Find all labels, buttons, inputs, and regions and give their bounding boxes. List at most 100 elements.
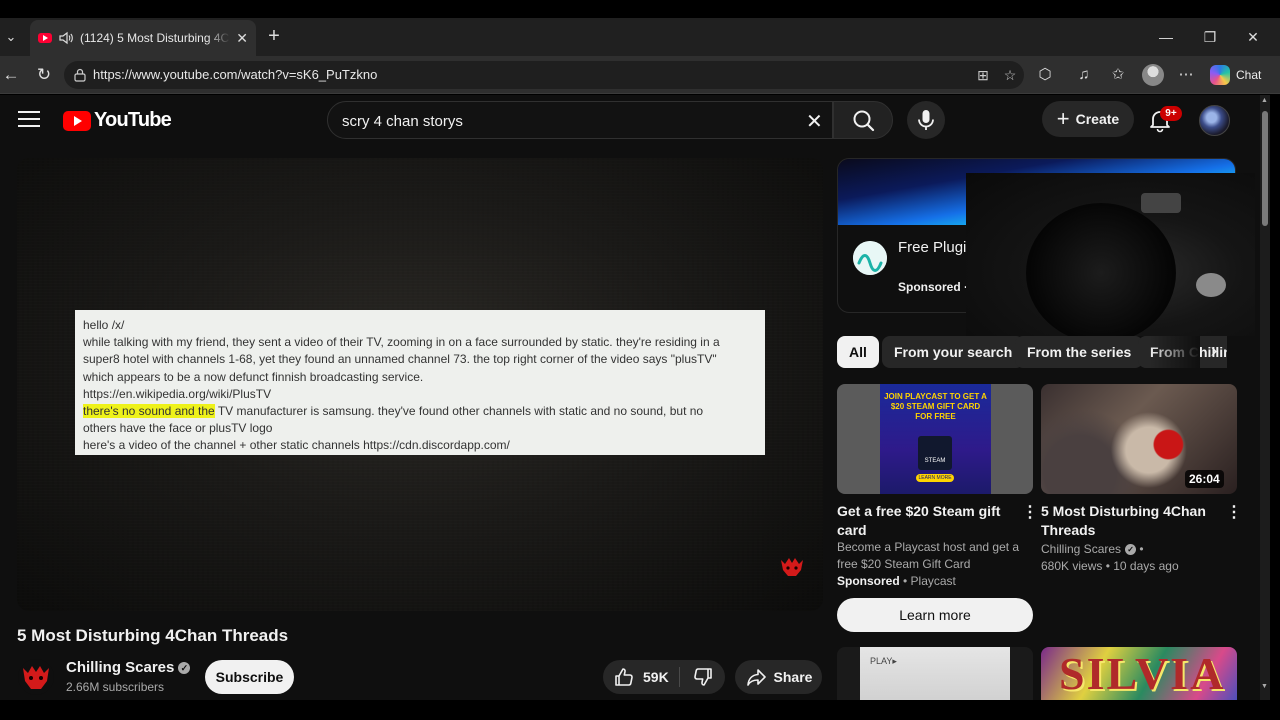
post-link-line: https://en.wikipedia.org/wiki/PlusTV	[83, 386, 272, 401]
like-dislike-group: 59K	[603, 660, 725, 694]
tab-list-chevron-icon[interactable]: ⌄	[0, 26, 22, 48]
next-video-thumbnail[interactable]: PLAY▸	[837, 647, 1033, 700]
youtube-favicon-icon	[38, 33, 52, 43]
ad-thumbnail-button: LEARN MORE	[916, 474, 954, 482]
thumbs-down-icon	[694, 668, 712, 686]
copilot-chat-button[interactable]: Chat	[1206, 62, 1269, 88]
thumbs-up-icon	[615, 668, 633, 686]
copilot-icon	[1210, 65, 1230, 85]
refresh-icon[interactable]: ↻	[33, 64, 55, 86]
chat-label: Chat	[1236, 68, 1262, 82]
close-window-icon[interactable]: ✕	[1241, 26, 1265, 48]
share-button[interactable]: Share	[735, 660, 822, 694]
voice-search-button[interactable]	[907, 101, 945, 139]
duration-badge: 26:04	[1185, 470, 1224, 488]
chip-all[interactable]: All	[837, 336, 879, 368]
minimize-icon[interactable]: —	[1154, 26, 1178, 48]
youtube-play-logo-icon	[63, 110, 91, 131]
next-video-thumbnail[interactable]: SILVIA	[1041, 647, 1237, 700]
search-box[interactable]: ✕	[327, 101, 833, 139]
video-player[interactable]: hello /x/ while talking with my friend, …	[17, 158, 823, 611]
webcam-silhouette	[1026, 203, 1176, 336]
subscribe-button[interactable]: Subscribe	[205, 660, 294, 694]
ad-card-title[interactable]: Get a free $20 Steam gift card	[837, 502, 1007, 540]
verified-check-icon: ✓	[178, 662, 191, 674]
guide-menu-icon[interactable]	[18, 111, 40, 129]
address-toolbar: ← ↻ https://www.youtube.com/watch?v=sK6_…	[0, 56, 1280, 94]
media-control-icon[interactable]: ♫	[1073, 64, 1095, 86]
search-input[interactable]	[342, 110, 782, 132]
post-line: while talking with my friend, they sent …	[83, 335, 720, 350]
ad-thumbnail[interactable]: JOIN PLAYCAST TO GET A $20 STEAM GIFT CA…	[837, 384, 1033, 494]
post-line-rest: TV manufacturer is samsung. they've foun…	[214, 404, 704, 419]
chip-from-your-search[interactable]: From your search	[882, 336, 1025, 368]
rec-more-options-icon[interactable]: ⋮	[1226, 504, 1242, 522]
next-thumbnail-image: PLAY▸	[860, 647, 1010, 700]
speaker-audio-icon[interactable]	[58, 30, 74, 46]
page-scrollbar[interactable]: ▲ ▼	[1260, 95, 1270, 700]
more-menu-icon[interactable]: ⋯	[1175, 64, 1197, 86]
scroll-down-arrow-icon[interactable]: ▼	[1261, 683, 1268, 690]
clear-search-icon[interactable]: ✕	[806, 109, 823, 134]
rec-channel-line[interactable]: Chilling Scares ✓ •	[1041, 541, 1144, 558]
app-available-icon[interactable]: ⊞	[974, 66, 992, 84]
extensions-puzzle-icon[interactable]: ⬡	[1034, 64, 1056, 86]
search-icon	[853, 110, 875, 132]
scroll-up-arrow-icon[interactable]: ▲	[1261, 97, 1268, 104]
subscriber-count: 2.66M subscribers	[66, 680, 165, 694]
ad-sponsored-label: Sponsored ·	[898, 280, 969, 294]
channel-name[interactable]: Chilling Scares ✓	[66, 659, 191, 676]
tab-title: (1124) 5 Most Disturbing 4Chan Threads -…	[80, 31, 230, 45]
advertiser-name: • Playcast	[899, 574, 956, 588]
divider	[679, 667, 680, 687]
ad-title: Free Plugin Subscription	[898, 239, 968, 256]
post-line: hello /x/	[83, 318, 125, 332]
new-tab-plus-icon[interactable]: +	[263, 26, 285, 48]
like-button[interactable]: 59K	[603, 660, 679, 694]
restore-window-icon[interactable]: ❐	[1198, 26, 1222, 48]
favorites-collection-icon[interactable]: ✩	[1107, 64, 1129, 86]
chips-next-chevron-icon[interactable]: ›	[1203, 340, 1225, 362]
rec-video-title[interactable]: 5 Most Disturbing 4Chan Threads	[1041, 502, 1221, 540]
url-text[interactable]: https://www.youtube.com/watch?v=sK6_PuTz…	[93, 67, 377, 82]
address-bar[interactable]: https://www.youtube.com/watch?v=sK6_PuTz…	[64, 61, 1024, 89]
channel-avatar[interactable]	[18, 659, 54, 695]
letterbox-right	[1270, 95, 1280, 700]
ad-thumbnail-text: JOIN PLAYCAST TO GET A $20 STEAM GIFT CA…	[884, 392, 987, 421]
create-label: Create	[1075, 111, 1120, 127]
back-arrow-icon[interactable]: ←	[0, 64, 22, 86]
tab-strip: ⌄ (1124) 5 Most Disturbing 4Chan Threads…	[0, 18, 1280, 56]
chip-from-the-series[interactable]: From the series	[1015, 336, 1144, 368]
tab-close-icon[interactable]: ✕	[236, 30, 248, 47]
post-highlighted-line: there's no sound and the TV manufacturer…	[83, 403, 757, 420]
favorite-star-icon[interactable]: ☆	[1001, 66, 1019, 84]
browser-profile-avatar[interactable]	[1142, 64, 1164, 86]
channel-name-text[interactable]: Chilling Scares	[66, 659, 174, 676]
post-line: here's a video of the channel + other st…	[83, 438, 510, 453]
ad-more-options-icon[interactable]: ⋮	[1022, 504, 1038, 522]
dislike-button[interactable]	[681, 660, 725, 694]
active-tab[interactable]: (1124) 5 Most Disturbing 4Chan Threads -…	[30, 20, 256, 56]
steam-logo-icon: STEAM	[918, 436, 952, 470]
ad-description: Become a Playcast host and get a free $2…	[837, 540, 1020, 571]
channel-watermark-icon[interactable]	[779, 556, 805, 578]
account-avatar[interactable]	[1199, 105, 1230, 136]
scrollbar-thumb[interactable]	[1262, 111, 1268, 226]
verified-check-icon: ✓	[1125, 544, 1137, 555]
create-button[interactable]: + Create	[1042, 101, 1134, 137]
ad-sponsored-line: Sponsored • Playcast	[837, 573, 956, 590]
youtube-logo[interactable]: YouTube	[63, 109, 172, 132]
site-info-lock-icon[interactable]	[72, 67, 88, 83]
rec-channel-name[interactable]: Chilling Scares	[1041, 542, 1121, 556]
microphone-icon	[918, 110, 934, 130]
share-arrow-icon	[746, 669, 766, 686]
like-count: 59K	[643, 669, 669, 685]
forum-post-screenshot: hello /x/ while talking with my friend, …	[75, 310, 765, 455]
youtube-page: YouTube ✕ + Create 9+ hello /x/ while ta…	[0, 95, 1270, 700]
learn-more-button[interactable]: Learn more	[837, 598, 1033, 632]
youtube-logo-text: YouTube	[94, 109, 172, 131]
search-button[interactable]	[833, 101, 893, 139]
letterbox-top	[0, 0, 1280, 18]
post-line: which appears to be a now defunct finnis…	[83, 369, 424, 384]
advertiser-logo-icon	[853, 241, 887, 275]
